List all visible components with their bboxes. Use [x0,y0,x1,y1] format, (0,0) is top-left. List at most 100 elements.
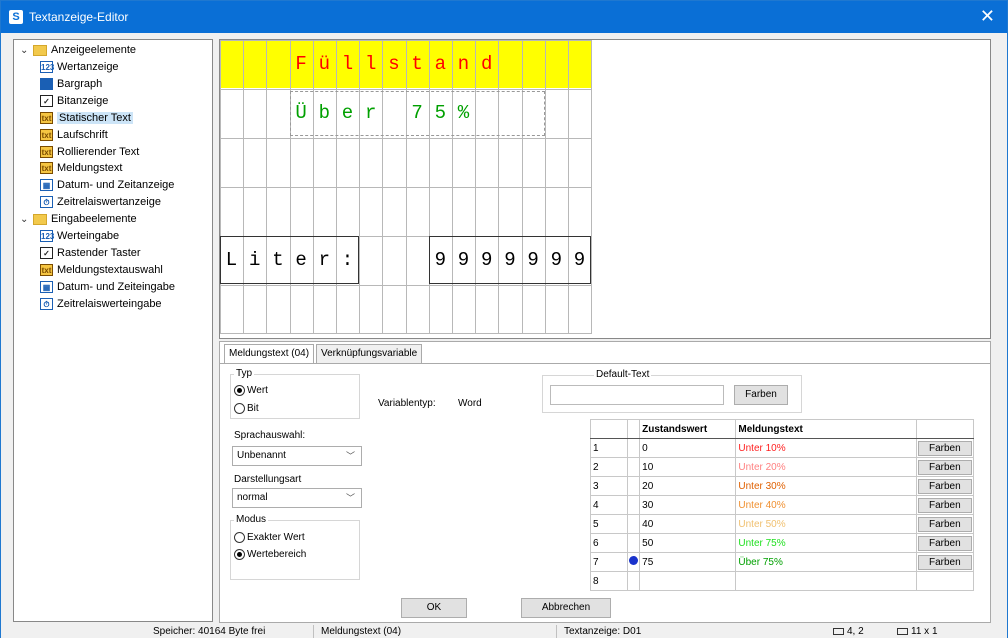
sprachauswahl-select[interactable]: Unbenannt ﹀ [232,446,362,466]
colors-cell: Farben [915,552,975,572]
display-grid[interactable]: FüllstandÜber 7 5% Li t e r:9 9 9 9 9 9 9 [220,40,593,335]
darstellungsart-select[interactable]: normal ﹀ [232,488,362,508]
row-colors-button[interactable]: Farben [917,554,972,570]
123-icon: 123 [40,230,55,243]
table-row[interactable]: 8 [590,571,975,591]
zustandswert-cell[interactable]: 50 [639,533,737,553]
chevron-down-icon[interactable]: ⌄ [20,43,30,59]
tree-item[interactable]: Bargraph [40,76,102,92]
tree-item[interactable]: txt Meldungstextauswahl [40,262,163,278]
timer-icon: ⏱ [40,196,53,209]
position-icon [833,627,844,635]
default-text-input[interactable] [550,385,724,405]
tree-item[interactable]: ▦ Datum- und Zeitanzeige [40,177,174,193]
message-table[interactable]: Zustandswert Meldungstext 1 0 Unter 10% Far… [590,419,975,591]
tree-item[interactable]: ▦ Datum- und Zeiteingabe [40,279,175,295]
meldungstext-cell[interactable]: Unter 20% [735,457,917,477]
radio-dot [234,532,245,543]
check-icon: ✓ [40,94,53,107]
label-text-box[interactable] [220,235,360,285]
row-colors-button[interactable]: Farben [917,497,972,513]
meldungstext-cell[interactable]: Unter 10% [735,438,917,458]
table-row[interactable]: 5 40 Unter 50% Farben [590,514,975,534]
typ-bit-radio[interactable]: Bit [234,403,259,414]
tree-group-0[interactable]: ⌄ Anzeigeelemente [20,42,136,58]
colors-cell: Farben [915,533,975,553]
element-tree[interactable]: ⌄ Anzeigeelemente 123 Wertanzeige Bargraph ✓ B… [13,39,213,622]
selected-text-box[interactable] [289,90,545,136]
tree-item[interactable]: 123 Werteingabe [40,228,119,244]
tree-item-label: Zeitrelaiswertanzeige [57,196,161,209]
row-marker [626,514,641,534]
row-number: 2 [590,457,628,477]
modus-bereich-radio[interactable]: Wertebereich [234,549,306,560]
table-row[interactable]: 3 20 Unter 30% Farben [590,476,975,496]
zustandswert-cell[interactable]: 75 [639,552,737,572]
tab-meldungstext[interactable]: Meldungstext (04) [224,344,315,364]
current-state-icon [629,556,638,565]
check-icon: ✓ [40,247,53,260]
zustandswert-cell[interactable]: 40 [639,514,737,534]
tree-group-1[interactable]: ⌄ Eingabeelemente [20,211,137,227]
cancel-button[interactable]: Abbrechen [521,598,611,618]
tree-item[interactable]: txt Laufschrift [40,127,108,143]
row-colors-button[interactable]: Farben [917,535,972,551]
colors-cell [915,571,975,591]
meldungstext-cell[interactable] [735,571,917,591]
table-row[interactable]: 6 50 Unter 75% Farben [590,533,975,553]
tree-item[interactable]: txt Rollierender Text [40,144,139,160]
zustandswert-cell[interactable]: 30 [639,495,737,515]
meldungstext-cell[interactable]: Unter 40% [735,495,917,515]
table-row[interactable]: 2 10 Unter 20% Farben [590,457,975,477]
display-char: l [341,53,354,75]
typ-wert-radio[interactable]: Wert [234,385,268,396]
title-bar: S Textanzeige-Editor ✕ [1,1,1007,33]
default-text-colors-button[interactable]: Farben [734,385,788,405]
cal-icon: ▦ [40,179,53,192]
display-char: l [364,53,377,75]
tree-item[interactable]: ⏱ Zeitrelaiswerteingabe [40,296,162,312]
zustandswert-cell[interactable] [639,571,737,591]
row-colors-button[interactable]: Farben [917,478,972,494]
zustandswert-cell[interactable]: 20 [639,476,737,496]
zustandswert-cell[interactable]: 10 [639,457,737,477]
txt-icon: txt [40,162,53,175]
tree-item-label: Bargraph [57,77,103,90]
row-number: 6 [590,533,628,553]
tab-verknuepfungsvariable[interactable]: Verknüpfungsvariable [316,344,423,364]
tree-item[interactable]: txt Meldungstext [40,160,122,176]
display-char: ü [318,53,330,75]
value-text-box[interactable] [428,235,592,285]
txt-icon: txt [40,128,53,141]
table-row[interactable]: 1 0 Unter 10% Farben [590,438,975,458]
close-icon[interactable]: ✕ [980,5,995,27]
sprachauswahl-label: Sprachauswahl: [234,430,306,441]
meldungstext-cell[interactable]: Unter 30% [735,476,917,496]
modus-exakt-radio[interactable]: Exakter Wert [234,532,305,543]
table-row[interactable]: 4 30 Unter 40% Farben [590,495,975,515]
row-colors-button[interactable]: Farben [917,440,972,456]
darstellungsart-label: Darstellungsart [234,474,302,485]
tree-item[interactable]: ⏱ Zeitrelaiswertanzeige [40,194,161,210]
row-colors-button[interactable]: Farben [917,459,972,475]
tree-item-label: Laufschrift [57,128,108,141]
row-colors-button[interactable]: Farben [917,516,972,532]
radio-dot [234,385,245,396]
tree-item[interactable]: txt Statischer Text [40,110,133,126]
meldungstext-cell[interactable]: Über 75% [735,552,917,572]
editor-window: S Textanzeige-Editor ✕ ⌄ Anzeigeelemente 1… [0,0,1008,638]
zustandswert-cell[interactable]: 0 [639,438,737,458]
tree-item[interactable]: 123 Wertanzeige [40,59,119,75]
display-canvas[interactable]: FüllstandÜber 7 5% Li t e r:9 9 9 9 9 9 9 [219,39,991,339]
tree-item[interactable]: ✓ Rastender Taster [40,245,141,261]
table-row[interactable]: 7 75 Über 75% Farben [590,552,975,572]
status-memory: Speicher: 40164 Byte frei [153,626,266,637]
display-char: n [457,53,470,75]
meldungstext-cell[interactable]: Unter 75% [735,533,917,553]
header-rownum [590,419,628,439]
txt-icon: txt [40,263,53,276]
ok-button[interactable]: OK [401,598,467,618]
meldungstext-cell[interactable]: Unter 50% [735,514,917,534]
chevron-down-icon[interactable]: ⌄ [20,212,30,228]
tree-item[interactable]: ✓ Bitanzeige [40,93,108,109]
